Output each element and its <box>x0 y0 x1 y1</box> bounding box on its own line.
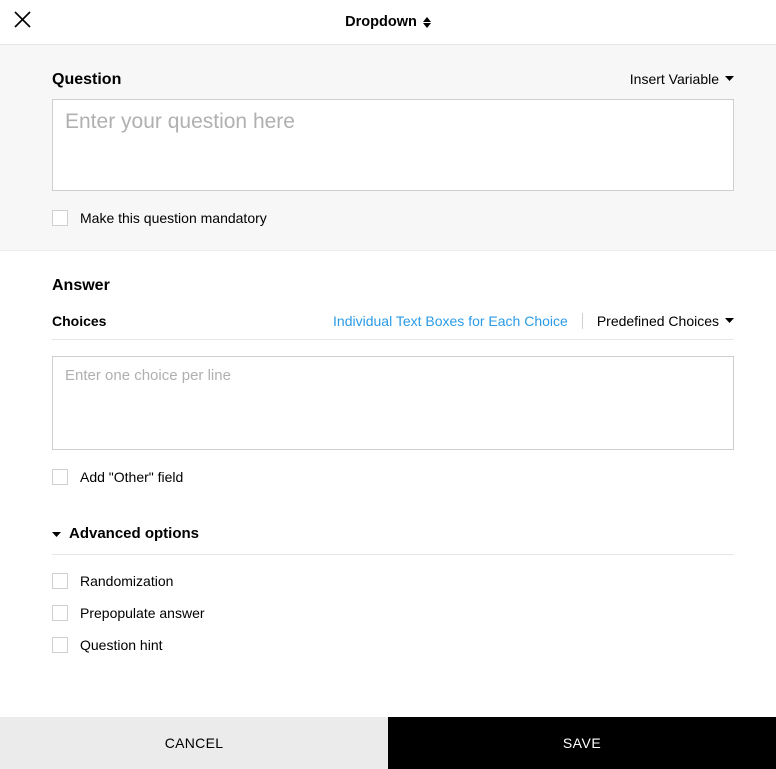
randomization-checkbox[interactable] <box>52 573 68 589</box>
type-selector-icon <box>423 17 431 28</box>
advanced-options-list: Randomization Prepopulate answer Questio… <box>52 573 734 653</box>
dialog-title: Dropdown <box>345 14 417 30</box>
close-button[interactable] <box>12 12 32 32</box>
question-hint-checkbox[interactable] <box>52 637 68 653</box>
advanced-options-label: Advanced options <box>69 525 199 542</box>
cancel-button[interactable]: CANCEL <box>0 717 388 769</box>
save-button[interactable]: SAVE <box>388 717 776 769</box>
mandatory-checkbox[interactable] <box>52 210 68 226</box>
caret-down-icon <box>52 525 61 542</box>
vertical-divider <box>582 313 583 329</box>
prepopulate-checkbox[interactable] <box>52 605 68 621</box>
save-button-label: SAVE <box>563 735 601 751</box>
question-section: Question Insert Variable Make this quest… <box>0 45 776 251</box>
mandatory-label: Make this question mandatory <box>80 210 267 226</box>
choices-label: Choices <box>52 313 106 329</box>
insert-variable-label: Insert Variable <box>630 71 719 87</box>
caret-down-icon <box>725 318 734 324</box>
choices-header-row: Choices Individual Text Boxes for Each C… <box>52 313 734 340</box>
dialog-title-group[interactable]: Dropdown <box>345 14 431 30</box>
individual-textboxes-link[interactable]: Individual Text Boxes for Each Choice <box>333 313 568 329</box>
answer-section: Answer Choices Individual Text Boxes for… <box>0 251 776 673</box>
add-other-label: Add "Other" field <box>80 469 183 485</box>
advanced-options-toggle[interactable]: Advanced options <box>52 525 734 555</box>
dialog-footer: CANCEL SAVE <box>0 717 776 769</box>
predefined-choices-dropdown[interactable]: Predefined Choices <box>597 313 734 329</box>
caret-down-icon <box>725 76 734 82</box>
answer-label: Answer <box>52 277 734 295</box>
advanced-option-label: Prepopulate answer <box>80 605 205 621</box>
predefined-choices-label: Predefined Choices <box>597 313 719 329</box>
close-icon <box>14 11 31 33</box>
cancel-button-label: CANCEL <box>165 735 224 751</box>
insert-variable-button[interactable]: Insert Variable <box>630 71 734 87</box>
add-other-checkbox[interactable] <box>52 469 68 485</box>
dialog-header: Dropdown <box>0 0 776 45</box>
advanced-option-label: Randomization <box>80 573 173 589</box>
advanced-option-label: Question hint <box>80 637 163 653</box>
choices-input[interactable] <box>52 356 734 450</box>
question-input[interactable] <box>52 99 734 191</box>
question-label: Question <box>52 71 121 89</box>
